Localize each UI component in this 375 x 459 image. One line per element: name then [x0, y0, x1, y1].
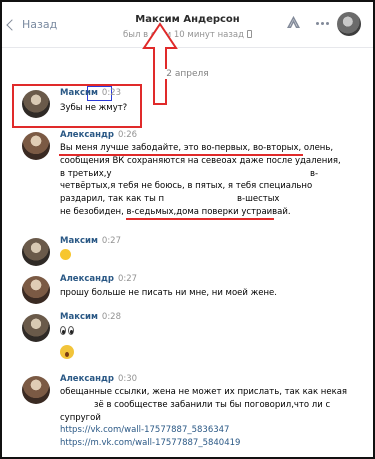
- text-fragment: в-: [310, 168, 319, 179]
- vk-logo-icon[interactable]: [286, 16, 301, 31]
- avatar[interactable]: [22, 132, 50, 160]
- message-emoji: [60, 325, 360, 338]
- scream-emoji-icon: [60, 345, 74, 359]
- avatar[interactable]: [22, 376, 50, 404]
- text-line: супругой: [60, 412, 101, 423]
- message-emoji: [60, 345, 360, 364]
- text-line: Вы меня лучше забодайте, это во-первых, …: [60, 143, 334, 153]
- text-line: четвёртых,я тебя не боюсь, в пятых, я те…: [60, 181, 313, 192]
- message-author[interactable]: Александр 0:27: [60, 274, 137, 284]
- text-line: раздарил, так как ты п в-шестых: [60, 194, 280, 205]
- avatar[interactable]: [22, 90, 50, 118]
- annotation-underline: [126, 218, 274, 220]
- message-text: прошу больше не писать ни мне, ни моей ж…: [60, 288, 277, 298]
- message-time: 0:23: [101, 88, 121, 98]
- annotation-underline: [59, 154, 303, 156]
- message-author[interactable]: Максим 0:28: [60, 312, 121, 322]
- message-author[interactable]: Максим 0:27: [60, 236, 121, 246]
- message-time: 0:30: [117, 374, 138, 384]
- avatar[interactable]: [22, 314, 50, 342]
- mobile-phone-icon: [246, 30, 252, 38]
- contact-status: был в сети 10 минут назад: [2, 30, 373, 40]
- message-emoji: [60, 249, 360, 263]
- text-line: зё в сообществе забанили ты бы поговорил…: [94, 399, 331, 410]
- text-line: сообщения ВК сохраняются на севеоах даже…: [60, 155, 341, 166]
- message-time: 0:26: [117, 130, 138, 140]
- message-time: 0:27: [101, 236, 121, 246]
- emoji-face-icon: [60, 249, 71, 260]
- header-avatar[interactable]: [337, 12, 361, 36]
- message-author[interactable]: Александр 0:30: [60, 374, 137, 384]
- annotation-arrow: [142, 22, 178, 105]
- text-line: не безобиден, в-седьмых,дома поверки уст…: [60, 206, 291, 217]
- avatar[interactable]: [22, 276, 50, 304]
- message-text: обещанные ссылки, жена не может их присл…: [60, 386, 360, 450]
- message-author[interactable]: Максим 0:23: [60, 88, 121, 98]
- text-line: в третьих,у в-: [60, 168, 319, 179]
- more-options-icon[interactable]: [316, 22, 329, 25]
- eyes-emoji-icon: [60, 326, 74, 335]
- message-time: 0:28: [101, 312, 121, 322]
- text-line: обещанные ссылки, жена не может их присл…: [60, 387, 348, 397]
- message-author[interactable]: Александр 0:26: [60, 130, 137, 140]
- avatar[interactable]: [22, 238, 50, 266]
- text-fragment: в-шестых: [237, 194, 280, 205]
- message-time: 0:27: [117, 274, 138, 284]
- chat-header: Назад Максим Андерсон был в сети 10 мину…: [2, 2, 373, 48]
- message-link[interactable]: https://m.vk.com/wall-17577887_5840419: [60, 437, 360, 450]
- message-link[interactable]: https://vk.com/wall-17577887_5836347: [60, 424, 360, 437]
- date-separator: 2 апреля: [2, 69, 373, 79]
- screenshot-frame: Назад Максим Андерсон был в сети 10 мину…: [0, 0, 375, 459]
- message-text: Зубы не жмут?: [60, 103, 128, 113]
